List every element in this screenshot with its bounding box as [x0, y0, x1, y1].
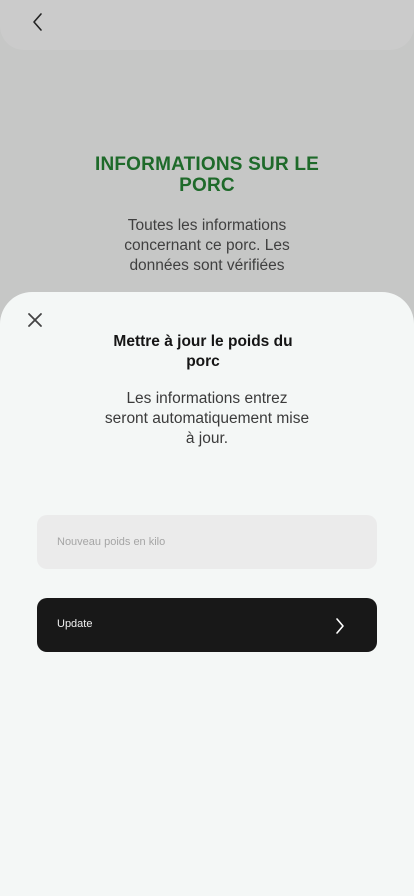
close-icon	[27, 312, 43, 333]
page-title: INFORMATIONS SUR LE PORC	[94, 154, 320, 196]
update-button[interactable]: Update	[37, 598, 377, 652]
chevron-right-icon	[331, 616, 349, 636]
update-button-label: Update	[57, 618, 93, 630]
sheet-title: Mettre à jour le poids du porc	[113, 333, 293, 370]
chevron-left-icon	[30, 12, 44, 37]
page-description: Toutes les informations concernant ce po…	[124, 217, 290, 274]
back-button[interactable]	[24, 10, 50, 38]
sheet-description: Les informations entrez seront automatiq…	[104, 390, 310, 447]
weight-input[interactable]	[37, 515, 377, 569]
bottom-sheet: Mettre à jour le poids du porc Les infor…	[0, 292, 414, 896]
close-button[interactable]	[24, 311, 46, 333]
top-bar	[0, 0, 414, 50]
